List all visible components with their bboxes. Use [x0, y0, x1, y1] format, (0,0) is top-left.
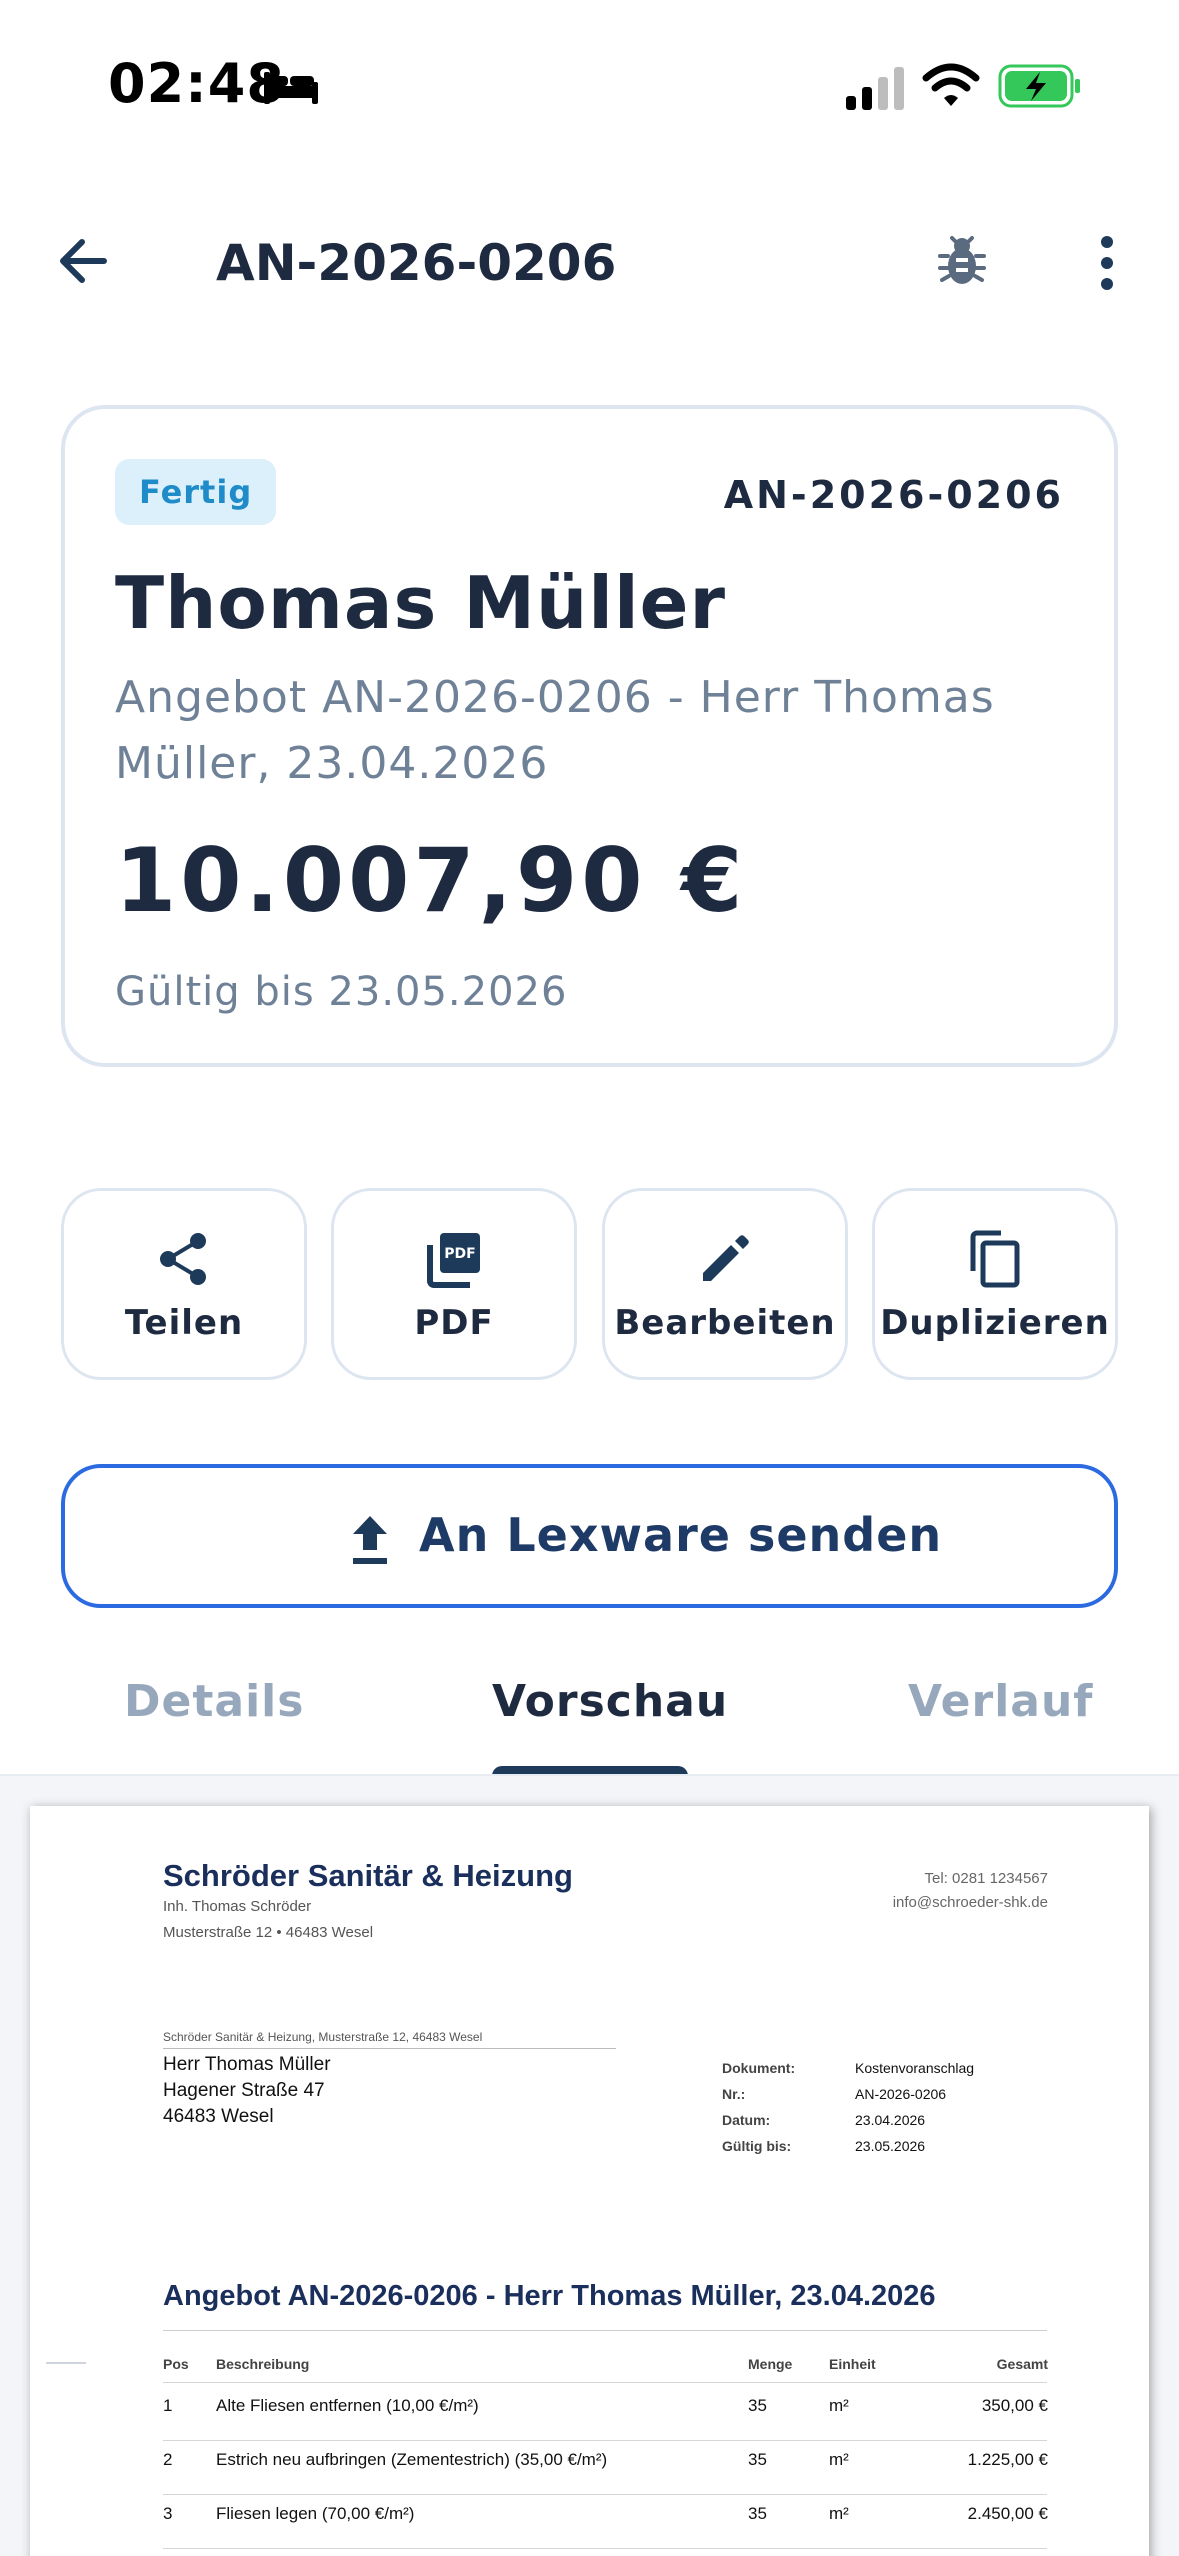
pdf-icon: PDF: [427, 1233, 480, 1288]
upload-icon: [353, 1516, 387, 1564]
column-header-total: Gesamt: [996, 2356, 1048, 2372]
bug-icon[interactable]: [936, 234, 988, 290]
meta-label: Gültig bis:: [722, 2138, 792, 2154]
document-number: AN-2026-0206: [723, 473, 1064, 517]
wifi-icon: [922, 63, 980, 106]
divider: [163, 2494, 1047, 2495]
cellular-signal-icon: [846, 67, 904, 110]
edit-pencil-icon: [703, 1235, 749, 1281]
edit-label: Bearbeiten: [614, 1303, 836, 1343]
table-cell-quantity: 35: [748, 2450, 767, 2469]
company-address: Musterstraße 12 • 46483 Wesel: [163, 1924, 374, 1941]
table-cell-total: 350,00 €: [981, 2396, 1048, 2415]
divider: [163, 2440, 1047, 2441]
tab-bar: Details Vorschau Verlauf: [0, 1640, 1179, 1774]
tab-details[interactable]: Details: [124, 1676, 304, 1727]
app-bar: AN-2026-0206: [0, 200, 1179, 324]
send-to-lexware-button[interactable]: An Lexware senden: [61, 1464, 1118, 1608]
table-cell-description: Alte Fliesen entfernen (10,00 €/m²): [216, 2396, 479, 2415]
arrow-left-icon[interactable]: [52, 230, 114, 292]
total-amount: 10.007,90 €: [115, 829, 747, 932]
status-bar: 02:48: [0, 0, 1179, 170]
table-cell-unit: m²: [829, 2450, 849, 2469]
summary-card: Fertig AN-2026-0206 Thomas Müller Angebo…: [61, 405, 1118, 1067]
share-icon: [160, 1233, 206, 1285]
company-email: info@schroeder-shk.de: [892, 1894, 1048, 1911]
column-header-unit: Einheit: [829, 2356, 876, 2372]
table-cell-unit: m²: [829, 2504, 849, 2523]
valid-until: Gültig bis 23.05.2026: [115, 969, 568, 1015]
bed-icon: [264, 72, 318, 104]
meta-value: 23.05.2026: [855, 2138, 926, 2154]
copy-icon: [970, 1230, 1020, 1288]
duplicate-label: Duplizieren: [880, 1303, 1110, 1343]
table-cell-unit: m²: [829, 2396, 849, 2415]
table-cell-pos: 3: [163, 2504, 173, 2523]
table-cell-quantity: 35: [748, 2504, 767, 2523]
divider: [163, 2548, 1047, 2549]
company-name: Schröder Sanitär & Heizung: [163, 1858, 573, 1893]
table-cell-description: Estrich neu aufbringen (Zementestrich) (…: [216, 2450, 608, 2469]
company-owner: Inh. Thomas Schröder: [163, 1898, 312, 1915]
status-time: 02:48: [108, 52, 285, 115]
column-header-description: Beschreibung: [216, 2356, 310, 2372]
column-header-quantity: Menge: [748, 2356, 793, 2372]
battery-charging-icon: [998, 64, 1080, 108]
document-preview[interactable]: Schröder Sanitär & Heizung Inh. Thomas S…: [30, 1806, 1149, 2556]
page-title: AN-2026-0206: [216, 234, 617, 292]
duplicate-button[interactable]: Duplizieren: [872, 1188, 1118, 1380]
table-cell-total: 2.450,00 €: [967, 2504, 1048, 2523]
meta-label: Dokument:: [722, 2060, 796, 2076]
table-cell-quantity: 35: [748, 2396, 767, 2415]
tab-history[interactable]: Verlauf: [908, 1676, 1093, 1727]
table-cell-pos: 2: [163, 2450, 173, 2469]
recipient-city: 46483 Wesel: [163, 2106, 274, 2127]
status-badge: Fertig: [115, 459, 277, 525]
svg-text:PDF: PDF: [444, 1246, 475, 1262]
fold-mark: [46, 2362, 86, 2364]
pdf-button[interactable]: PDF PDF: [331, 1188, 577, 1380]
more-vertical-icon[interactable]: [1090, 232, 1124, 294]
meta-label: Nr.:: [722, 2086, 746, 2102]
meta-value: 23.04.2026: [855, 2112, 926, 2128]
meta-label: Datum:: [722, 2112, 771, 2128]
share-label: Teilen: [124, 1303, 244, 1343]
meta-value: Kostenvoranschlag: [855, 2060, 975, 2076]
divider: [163, 2382, 1047, 2383]
share-button[interactable]: Teilen: [61, 1188, 307, 1380]
edit-button[interactable]: Bearbeiten: [602, 1188, 848, 1380]
company-phone: Tel: 0281 1234567: [924, 1870, 1048, 1887]
send-label: An Lexware senden: [419, 1508, 943, 1562]
divider: [163, 2330, 1047, 2331]
document-subtitle: Angebot AN-2026-0206 - Herr Thomas Mülle…: [115, 672, 995, 789]
table-cell-pos: 1: [163, 2396, 173, 2415]
document-heading: Angebot AN-2026-0206 - Herr Thomas Mülle…: [163, 2280, 936, 2312]
table-cell-total: 1.225,00 €: [967, 2450, 1048, 2469]
pdf-label: PDF: [414, 1303, 494, 1343]
customer-name: Thomas Müller: [115, 561, 726, 645]
column-header-pos: Pos: [163, 2356, 189, 2372]
recipient-street: Hagener Straße 47: [163, 2080, 325, 2101]
table-cell-description: Fliesen legen (70,00 €/m²): [216, 2504, 415, 2523]
sender-line: Schröder Sanitär & Heizung, Musterstraße…: [163, 2030, 616, 2049]
tab-preview[interactable]: Vorschau: [492, 1676, 728, 1727]
meta-value: AN-2026-0206: [855, 2086, 947, 2102]
recipient-name: Herr Thomas Müller: [163, 2054, 331, 2075]
